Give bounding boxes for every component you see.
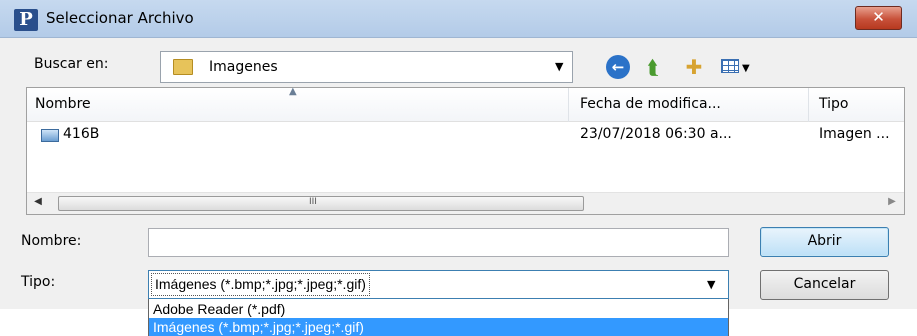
column-header-name[interactable]: Nombre xyxy=(35,96,91,112)
dropdown-option-pdf[interactable]: Adobe Reader (*.pdf) xyxy=(149,300,728,318)
new-folder-icon[interactable]: ✚ xyxy=(681,55,707,79)
file-row[interactable]: 416B 23/07/2018 06:30 a... Imagen ... xyxy=(27,122,904,146)
column-header-type[interactable]: Tipo xyxy=(819,96,848,112)
file-type-cell: Imagen ... xyxy=(819,126,890,142)
scrollbar-thumb[interactable]: III xyxy=(58,196,584,211)
scroll-left-icon[interactable]: ◀ xyxy=(31,196,45,211)
chevron-down-icon: ▼ xyxy=(707,278,716,291)
folder-icon xyxy=(173,59,193,75)
look-in-label: Buscar en: xyxy=(34,56,109,72)
column-header-date[interactable]: Fecha de modifica... xyxy=(580,96,721,112)
grip-icon: III xyxy=(309,197,317,207)
file-date-cell: 23/07/2018 06:30 a... xyxy=(580,126,732,142)
sort-up-icon: ▲ xyxy=(289,86,297,97)
filename-input[interactable] xyxy=(148,228,729,257)
back-icon[interactable]: ← xyxy=(606,55,630,79)
horizontal-scrollbar[interactable]: ◀ III ▶ xyxy=(27,192,904,214)
close-button[interactable]: ✕ xyxy=(855,6,902,30)
dropdown-option-images[interactable]: Imágenes (*.bmp;*.jpg;*.jpeg;*.gif) xyxy=(149,318,728,336)
file-dialog-window: P Seleccionar Archivo ✕ Buscar en: Image… xyxy=(0,0,917,309)
column-separator[interactable] xyxy=(808,88,809,122)
file-type-dropdown-list: Adobe Reader (*.pdf) Imágenes (*.bmp;*.j… xyxy=(148,299,729,336)
file-name-cell: 416B xyxy=(63,126,100,142)
look-in-value: Imagenes xyxy=(209,59,278,75)
close-icon: ✕ xyxy=(872,8,885,26)
open-button[interactable]: Abrir xyxy=(760,227,889,257)
app-logo-icon: P xyxy=(14,9,38,31)
image-file-icon xyxy=(41,129,59,142)
file-type-select[interactable]: Imágenes (*.bmp;*.jpg;*.jpeg;*.gif) ▼ xyxy=(148,270,729,299)
filename-label: Nombre: xyxy=(21,233,82,249)
title-bar[interactable]: P Seleccionar Archivo ✕ xyxy=(0,0,917,38)
chevron-down-icon: ▼ xyxy=(555,60,564,73)
column-separator[interactable] xyxy=(568,88,569,122)
file-type-label: Tipo: xyxy=(21,274,56,290)
file-type-value: Imágenes (*.bmp;*.jpg;*.jpeg;*.gif) xyxy=(151,273,370,296)
caret-down-icon: ▼ xyxy=(742,63,750,74)
views-grid-icon xyxy=(721,59,739,73)
file-list[interactable]: Nombre ▲ Fecha de modifica... Tipo 416B … xyxy=(26,86,905,215)
column-header-row: Nombre ▲ Fecha de modifica... Tipo xyxy=(27,86,904,122)
scroll-right-icon[interactable]: ▶ xyxy=(885,196,899,211)
window-title: Seleccionar Archivo xyxy=(46,9,194,27)
views-menu-icon[interactable]: ▼ xyxy=(721,55,751,79)
up-folder-icon[interactable]: ⮬ xyxy=(640,55,666,79)
cancel-button[interactable]: Cancelar xyxy=(760,270,889,300)
look-in-dropdown[interactable]: Imagenes ▼ xyxy=(160,51,573,83)
